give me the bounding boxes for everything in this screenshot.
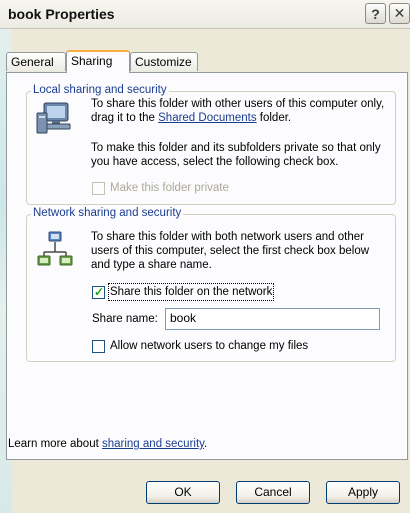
properties-dialog: book Properties ? ✕ General Sharing Cust…	[0, 0, 410, 513]
shared-documents-link[interactable]: Shared Documents	[158, 112, 256, 124]
sharing-security-link[interactable]: sharing and security	[102, 438, 204, 450]
ok-button[interactable]: OK	[146, 481, 220, 504]
share-on-network-label[interactable]: Share this folder on the network	[107, 283, 275, 301]
network-sharing-description: To share this folder with both network u…	[91, 231, 370, 271]
apply-button[interactable]: Apply	[326, 481, 400, 504]
help-button[interactable]: ?	[365, 3, 386, 24]
window-title: book Properties	[8, 6, 115, 22]
tab-sharing[interactable]: Sharing	[66, 50, 130, 73]
local-sharing-text-end: folder.	[256, 112, 292, 124]
local-sharing-description: To share this folder with other users of…	[91, 97, 391, 125]
checkmark-icon: ✓	[94, 285, 105, 299]
learn-more-prefix: Learn more about	[8, 438, 102, 450]
computer-icon	[36, 102, 71, 134]
share-name-input[interactable]: book	[165, 308, 380, 330]
close-button[interactable]: ✕	[389, 3, 410, 24]
share-name-label: Share name:	[92, 313, 158, 325]
network-icon	[37, 231, 73, 266]
learn-more-suffix: .	[204, 438, 208, 450]
local-sharing-legend: Local sharing and security	[31, 84, 169, 96]
make-private-checkbox[interactable]	[92, 182, 105, 195]
tab-general[interactable]: General	[6, 52, 66, 71]
make-private-label: Make this folder private	[110, 182, 229, 194]
allow-change-label: Allow network users to change my files	[110, 340, 309, 352]
tab-customize[interactable]: Customize	[130, 52, 198, 71]
cancel-button[interactable]: Cancel	[236, 481, 310, 504]
private-folder-description: To make this folder and its subfolders p…	[91, 142, 381, 168]
learn-more-text: Learn more about sharing and security.	[8, 437, 207, 451]
title-bar[interactable]: book Properties ? ✕	[0, 0, 410, 29]
allow-change-checkbox[interactable]	[92, 340, 105, 353]
share-on-network-checkbox[interactable]: ✓	[92, 285, 105, 299]
network-sharing-legend: Network sharing and security	[31, 207, 184, 219]
